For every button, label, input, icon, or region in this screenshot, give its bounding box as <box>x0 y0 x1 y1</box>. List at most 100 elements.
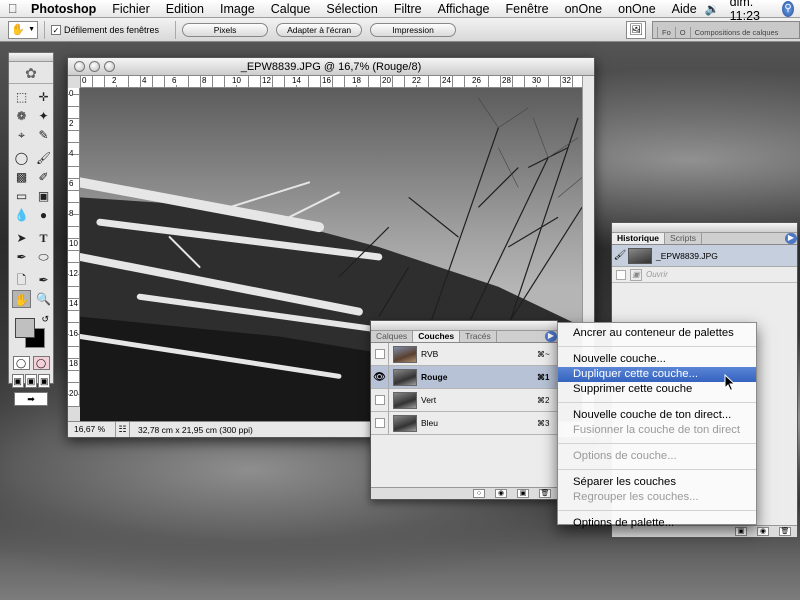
visibility-toggle[interactable] <box>371 389 389 411</box>
healing-brush-icon[interactable]: ◯ <box>12 149 31 167</box>
type-tool-icon[interactable]: T <box>34 229 53 247</box>
menu-affichage[interactable]: Affichage <box>430 2 498 16</box>
save-selection-icon[interactable]: ◉ <box>495 489 507 498</box>
tab-scripts[interactable]: Scripts <box>665 233 703 244</box>
dodge-tool-icon[interactable]: ● <box>34 206 53 224</box>
magic-wand-icon[interactable]: ✦ <box>34 107 53 125</box>
menu-edition[interactable]: Edition <box>158 2 212 16</box>
jump-to-imageready-icon[interactable]: ➡ <box>14 392 48 406</box>
trash-icon[interactable]: 🗑 <box>539 489 551 498</box>
menu-onone-2[interactable]: onOne <box>610 2 664 16</box>
move-tool-icon[interactable]: ✛ <box>34 88 53 106</box>
close-window-button[interactable] <box>74 61 85 72</box>
scroll-all-windows-checkbox[interactable]: ✓ <box>51 24 61 35</box>
marquee-tool-icon[interactable]: ⬚ <box>12 88 31 106</box>
screen-mode-standard-icon[interactable]: ▣ <box>11 374 24 388</box>
quick-mask-icon[interactable]: ◯ <box>32 356 50 370</box>
zoom-tool-icon[interactable]: 🔍 <box>34 290 53 308</box>
eraser-tool-icon[interactable]: ▭ <box>12 187 31 205</box>
toolbox-title-bar[interactable] <box>9 53 53 62</box>
menu-item-dock-to-well[interactable]: Ancrer au conteneur de palettes <box>558 326 756 341</box>
menu-item-palette-options[interactable]: Options de palette... <box>558 516 756 531</box>
vertical-ruler[interactable]: 0 2 4 6 8 10 12 14 16 18 20 <box>68 88 80 407</box>
feather-icon[interactable]: ✿ <box>9 62 53 84</box>
menu-fichier[interactable]: Fichier <box>104 2 158 16</box>
minimize-window-button[interactable] <box>89 61 100 72</box>
menu-item-new-spot-channel[interactable]: Nouvelle couche de ton direct... <box>558 408 756 423</box>
tab-historique[interactable]: Historique <box>612 233 666 244</box>
history-snapshot[interactable]: 🖌 _EPW8839.JPG <box>612 245 797 267</box>
menu-item-merge-spot-channel[interactable]: Fusionner la couche de ton direct <box>558 423 756 438</box>
foreground-color-swatch[interactable] <box>15 318 35 338</box>
clock[interactable]: dim. 11:23 <box>730 0 773 23</box>
horizontal-ruler[interactable]: 0 2 4 6 8 10 12 14 16 18 20 22 24 26 28 … <box>80 76 582 88</box>
menu-selection[interactable]: Sélection <box>318 2 385 16</box>
palette-well-tab[interactable]: Compositions de calques <box>689 27 783 38</box>
blur-tool-icon[interactable]: 💧 <box>12 206 31 224</box>
screen-mode-full-menu-icon[interactable]: ▣ <box>24 374 37 388</box>
crop-tool-icon[interactable]: ⌖ <box>12 126 31 144</box>
eyedropper-tool-icon[interactable]: ✒ <box>34 271 53 289</box>
channel-row-vert[interactable]: Vert ⌘2 <box>371 389 557 412</box>
trash-icon[interactable]: 🗑 <box>779 527 791 536</box>
history-title-bar[interactable] <box>612 223 797 233</box>
menu-item-new-channel[interactable]: Nouvelle couche... <box>558 352 756 367</box>
menu-item-channel-options[interactable]: Options de couche... <box>558 449 756 464</box>
tab-calques[interactable]: Calques <box>371 331 414 342</box>
palette-menu-icon[interactable]: ▶ <box>785 233 797 244</box>
hand-tool-icon[interactable]: ✋ <box>12 290 31 308</box>
standard-mode-icon[interactable]: ◯ <box>12 356 30 370</box>
history-source-box[interactable] <box>616 269 626 280</box>
tool-preset-picker[interactable]: ✋ ▼ <box>8 20 38 39</box>
palette-well-tab[interactable]: O <box>674 27 690 38</box>
apple-icon[interactable]:  <box>0 1 25 16</box>
menu-filtre[interactable]: Filtre <box>386 2 430 16</box>
palette-well-tab[interactable]: Fo <box>657 27 675 38</box>
menu-image[interactable]: Image <box>212 2 263 16</box>
spotlight-icon[interactable]: ⚲ <box>782 0 794 17</box>
channel-row-rouge[interactable]: 👁 Rouge ⌘1 <box>371 366 557 389</box>
menu-item-merge-channels[interactable]: Regrouper les couches... <box>558 490 756 505</box>
snapshot-icon[interactable]: ◉ <box>757 527 769 536</box>
menu-app-name[interactable]: Photoshop <box>25 2 104 16</box>
channels-title-bar[interactable] <box>371 321 557 331</box>
shape-tool-icon[interactable]: ⬭ <box>34 248 53 266</box>
history-brush-source-icon[interactable]: 🖌 <box>612 250 628 261</box>
visibility-toggle[interactable] <box>371 343 389 365</box>
path-selection-icon[interactable]: ➤ <box>12 229 31 247</box>
menu-calque[interactable]: Calque <box>263 2 319 16</box>
screen-mode-full-icon[interactable]: ▣ <box>38 374 51 388</box>
channel-row-bleu[interactable]: Bleu ⌘3 <box>371 412 557 435</box>
menu-item-split-channels[interactable]: Séparer les couches <box>558 475 756 490</box>
file-browser-icon[interactable]: 🖼 <box>626 21 646 39</box>
print-size-button[interactable]: Impression <box>370 22 457 37</box>
history-state[interactable]: ▣ Ouvrir <box>612 267 797 283</box>
zoom-window-button[interactable] <box>104 61 115 72</box>
stamp-tool-icon[interactable]: ▩ <box>12 168 31 186</box>
palette-menu-icon[interactable]: ▶ <box>545 331 557 342</box>
gradient-tool-icon[interactable]: ▣ <box>34 187 53 205</box>
tab-couches[interactable]: Couches <box>413 331 461 342</box>
channel-row-rvb[interactable]: RVB ⌘~ <box>371 343 557 366</box>
zoom-level-field[interactable]: 16,67 % <box>68 422 116 437</box>
lasso-tool-icon[interactable]: ❁ <box>12 107 31 125</box>
visibility-toggle[interactable]: 👁 <box>371 366 389 388</box>
volume-icon[interactable]: 🔉 <box>705 2 720 16</box>
slice-tool-icon[interactable]: ✎ <box>34 126 53 144</box>
tab-traces[interactable]: Tracés <box>460 331 497 342</box>
notes-tool-icon[interactable]: 🗋 <box>12 271 31 289</box>
brush-tool-icon[interactable]: 🖌 <box>34 149 53 167</box>
swap-colors-icon[interactable]: ↺ <box>41 314 49 325</box>
history-brush-icon[interactable]: ✐ <box>34 168 53 186</box>
visibility-toggle[interactable] <box>371 412 389 434</box>
pen-tool-icon[interactable]: ✒ <box>12 248 31 266</box>
fit-on-screen-button[interactable]: Adapter à l'écran <box>276 22 363 37</box>
load-selection-icon[interactable]: ○ <box>473 489 485 498</box>
new-channel-icon[interactable]: ▣ <box>517 489 529 498</box>
menu-onone-1[interactable]: onOne <box>557 2 611 16</box>
actual-pixels-button[interactable]: Pixels <box>182 22 269 37</box>
menu-fenetre[interactable]: Fenêtre <box>498 2 557 16</box>
status-menu-icon[interactable]: ☷ <box>116 422 130 437</box>
document-title-bar[interactable]: _EPW8839.JPG @ 16,7% (Rouge/8) <box>68 58 594 76</box>
menu-aide[interactable]: Aide <box>664 2 705 16</box>
